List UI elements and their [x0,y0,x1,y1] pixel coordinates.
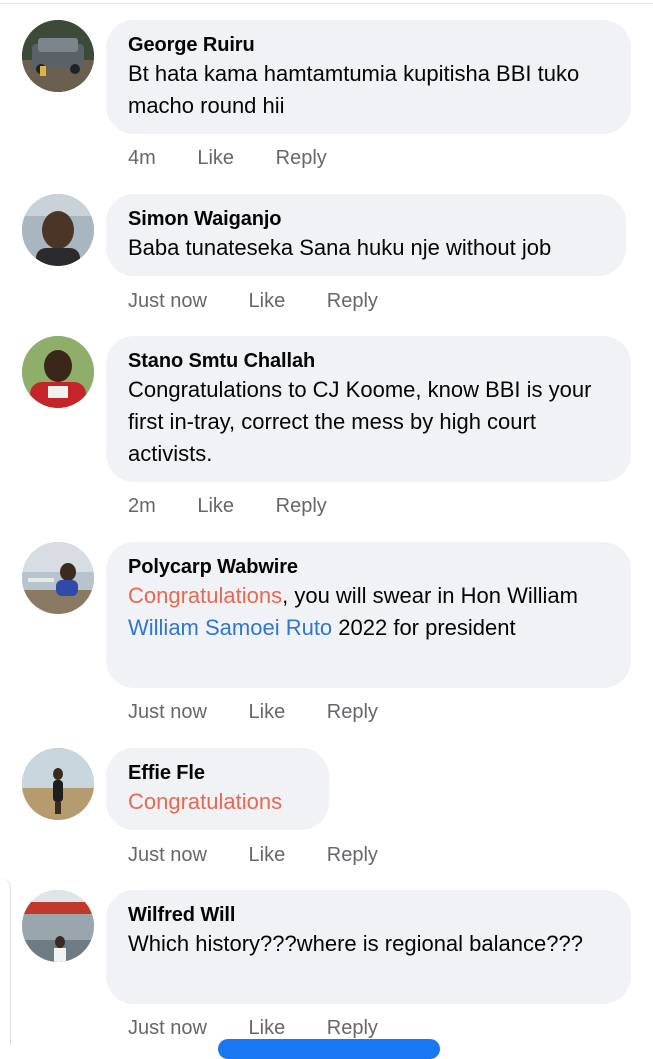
avatar[interactable] [22,194,94,266]
comment-author[interactable]: Wilfred Will [128,902,609,928]
comment-actions: 4m Like Reply [128,145,363,171]
comment-text: Which history???where is regional balanc… [128,931,583,956]
comment-bubble: Wilfred Will Which history???where is re… [106,890,631,1004]
comment-text: Congratulations [128,786,307,818]
avatar[interactable] [22,542,94,614]
comment-text: Congratulations to CJ Koome, know BBI is… [128,377,592,466]
comment-author[interactable]: Simon Waiganjo [128,206,604,232]
comment-bubble: George Ruiru Bt hata kama hamtamtumia ku… [106,20,631,134]
comment-time[interactable]: Just now [128,699,207,725]
comment-author[interactable]: George Ruiru [128,32,609,58]
like-button[interactable]: Like [249,842,286,868]
mention-tag[interactable]: Congratulations [128,789,282,814]
comment-time[interactable]: 4m [128,145,156,171]
top-divider [0,3,653,4]
comment-bubble: Effie Fle Congratulations [106,748,329,830]
avatar-photo-icon [22,748,94,820]
side-panel-edge [0,878,11,1045]
reply-button[interactable]: Reply [327,699,378,725]
avatar-photo-icon [22,890,94,962]
avatar[interactable] [22,890,94,962]
avatar-photo-icon [22,20,94,92]
avatar-photo-icon [22,336,94,408]
comment-actions: Just now Like Reply [128,842,414,868]
avatar[interactable] [22,748,94,820]
avatar[interactable] [22,336,94,408]
comment-actions: Just now Like Reply [128,288,414,314]
new-comments-pill[interactable] [218,1039,440,1059]
avatar-photo-icon [22,542,94,614]
comment-text: Bt hata kama hamtamtumia kupitisha BBI t… [128,61,580,118]
comment-text-part: , you will swear in Hon William [282,583,578,608]
comment-text: Baba tunateseka Sana huku nje without jo… [128,235,552,260]
reply-button[interactable]: Reply [276,493,327,519]
like-button[interactable]: Like [249,699,286,725]
like-button[interactable]: Like [249,1015,286,1041]
comment-bubble: Simon Waiganjo Baba tunateseka Sana huku… [106,194,626,276]
comment-text: Congratulations, you will swear in Hon W… [128,580,609,644]
comment-author[interactable]: Effie Fle [128,760,307,786]
comment-actions: Just now Like Reply [128,1015,414,1041]
comment-author[interactable]: Stano Smtu Challah [128,348,609,374]
comment-author[interactable]: Polycarp Wabwire [128,554,609,580]
comment-actions: 2m Like Reply [128,493,363,519]
comment-text-part: 2022 for president [332,615,516,640]
comment-time[interactable]: Just now [128,288,207,314]
reply-button[interactable]: Reply [276,145,327,171]
reply-button[interactable]: Reply [327,288,378,314]
like-button[interactable]: Like [249,288,286,314]
reply-button[interactable]: Reply [327,842,378,868]
comment-time[interactable]: 2m [128,493,156,519]
avatar[interactable] [22,20,94,92]
profile-mention-link[interactable]: William Samoei Ruto [128,615,332,640]
like-button[interactable]: Like [197,493,234,519]
mention-tag[interactable]: Congratulations [128,583,282,608]
comment-actions: Just now Like Reply [128,699,414,725]
like-button[interactable]: Like [197,145,234,171]
comment-time[interactable]: Just now [128,1015,207,1041]
avatar-photo-icon [22,194,94,266]
reply-button[interactable]: Reply [327,1015,378,1041]
comment-time[interactable]: Just now [128,842,207,868]
comment-bubble: Stano Smtu Challah Congratulations to CJ… [106,336,631,482]
comment-bubble: Polycarp Wabwire Congratulations, you wi… [106,542,631,688]
